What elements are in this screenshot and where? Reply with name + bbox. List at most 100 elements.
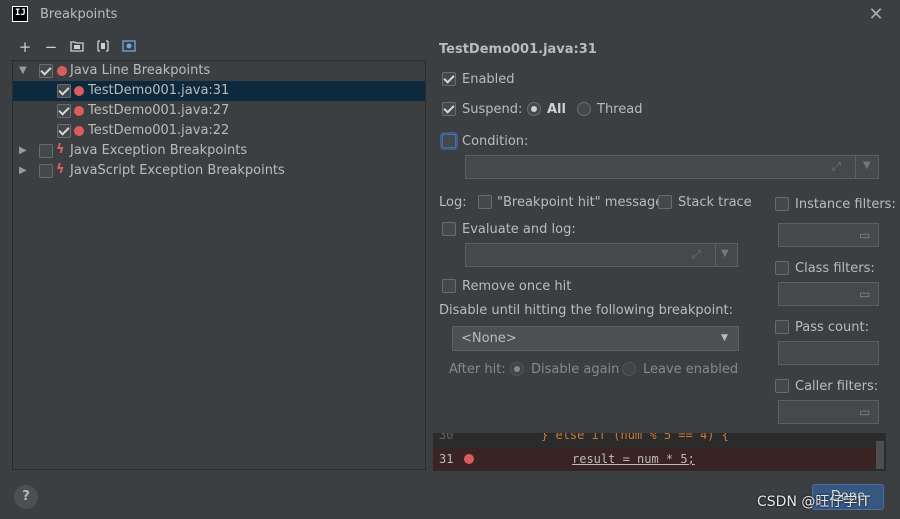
log-message-checkbox[interactable] xyxy=(478,195,492,209)
instance-filters-field[interactable]: ▭ xyxy=(778,223,879,247)
chevron-down-icon[interactable]: ▼ xyxy=(863,160,871,171)
class-filters-checkbox[interactable] xyxy=(775,261,789,275)
enabled-checkbox[interactable] xyxy=(442,72,456,86)
watermark: CSDN @旺仔学IT xyxy=(757,494,871,510)
code-line-highlighted: 31 result = num * 5; xyxy=(433,448,876,470)
caller-filters-label: Caller filters: xyxy=(795,379,879,394)
close-icon[interactable]: ✕ xyxy=(866,4,886,25)
group-by-class-icon[interactable] xyxy=(95,39,111,55)
folder-icon[interactable]: ▭ xyxy=(859,405,870,419)
exception-bolt-icon: ϟ xyxy=(56,162,65,177)
group-checkbox[interactable] xyxy=(39,64,53,78)
remove-breakpoint-button[interactable]: − xyxy=(43,39,59,55)
suspend-all-radio[interactable] xyxy=(527,102,541,116)
disable-until-label: Disable until hitting the following brea… xyxy=(439,303,733,318)
group-by-folder-icon[interactable] xyxy=(69,39,85,55)
evaluate-log-field[interactable]: ⤢ ▼ xyxy=(465,243,738,267)
remove-once-hit-checkbox[interactable] xyxy=(442,279,456,293)
caller-filters-checkbox[interactable] xyxy=(775,379,789,393)
instance-filters-label: Instance filters: xyxy=(795,197,896,212)
disable-until-select[interactable]: <None> ▼ xyxy=(452,326,739,351)
suspend-label: Suspend: xyxy=(462,102,523,117)
suspend-thread-label: Thread xyxy=(597,102,643,117)
disable-again-label: Disable again xyxy=(531,362,620,377)
tree-item-label: Java Exception Breakpoints xyxy=(70,143,248,158)
tree-item-label: TestDemo001.java:27 xyxy=(88,103,230,118)
add-breakpoint-button[interactable]: + xyxy=(17,39,33,55)
log-label: Log: xyxy=(439,195,467,210)
leave-enabled-label: Leave enabled xyxy=(643,362,739,377)
pass-count-label: Pass count: xyxy=(795,320,869,335)
caller-filters-field[interactable]: ▭ xyxy=(778,400,879,424)
tree-item-breakpoint[interactable]: TestDemo001.java:27 xyxy=(13,101,425,121)
intellij-app-icon: IJ xyxy=(12,6,28,22)
group-checkbox[interactable] xyxy=(39,164,53,178)
disable-again-radio[interactable] xyxy=(510,362,524,376)
tree-item-label: JavaScript Exception Breakpoints xyxy=(70,163,285,178)
chevron-down-icon[interactable]: ▼ xyxy=(721,248,729,259)
separator xyxy=(855,156,856,178)
breakpoint-checkbox[interactable] xyxy=(57,124,71,138)
condition-checkbox[interactable] xyxy=(442,134,456,148)
chevron-right-icon[interactable]: ▶ xyxy=(19,166,29,176)
chevron-down-icon: ▼ xyxy=(721,333,728,343)
tree-group-java-exception[interactable]: ▶ ϟ Java Exception Breakpoints xyxy=(13,141,425,161)
group-checkbox[interactable] xyxy=(39,144,53,158)
code-line: 30 } else if (num % 5 == 4) { xyxy=(433,433,886,445)
code-text: } else if (num % 5 == 4) { xyxy=(541,433,729,442)
tree-item-label: Java Line Breakpoints xyxy=(70,63,211,78)
suspend-all-label: All xyxy=(547,102,566,117)
tree-item-breakpoint[interactable]: TestDemo001.java:22 xyxy=(13,121,425,141)
tree-group-java-line[interactable]: ▼ Java Line Breakpoints xyxy=(13,61,425,81)
after-hit-label: After hit: xyxy=(449,362,506,377)
breakpoint-heading: TestDemo001.java:31 xyxy=(439,42,597,57)
breakpoint-checkbox[interactable] xyxy=(57,104,71,118)
line-number: 31 xyxy=(439,452,454,466)
expand-icon[interactable]: ⤢ xyxy=(692,248,701,262)
line-breakpoint-icon xyxy=(57,66,67,76)
chevron-right-icon[interactable]: ▶ xyxy=(19,146,29,156)
suspend-thread-radio[interactable] xyxy=(577,102,591,116)
breakpoint-check-icon xyxy=(74,106,84,116)
tree-item-breakpoint[interactable]: TestDemo001.java:31 xyxy=(13,81,425,101)
group-by-package-icon[interactable] xyxy=(121,39,137,55)
class-filters-field[interactable]: ▭ xyxy=(778,282,879,306)
suspend-checkbox[interactable] xyxy=(442,102,456,116)
breakpoint-tree[interactable]: ▼ Java Line Breakpoints TestDemo001.java… xyxy=(12,60,426,470)
pass-count-checkbox[interactable] xyxy=(775,320,789,334)
title-bar xyxy=(0,0,900,30)
separator xyxy=(715,244,716,266)
disable-until-value: <None> xyxy=(461,331,517,346)
evaluate-log-checkbox[interactable] xyxy=(442,222,456,236)
code-preview: 30 } else if (num % 5 == 4) { 31 result … xyxy=(433,433,886,471)
folder-icon[interactable]: ▭ xyxy=(859,228,870,242)
code-text: result = num * 5; xyxy=(572,452,695,466)
exception-bolt-icon: ϟ xyxy=(56,142,65,157)
evaluate-log-label: Evaluate and log: xyxy=(462,222,576,237)
breakpoint-check-icon xyxy=(74,126,84,136)
stack-trace-checkbox[interactable] xyxy=(658,195,672,209)
editor-scrollbar[interactable] xyxy=(876,441,884,469)
condition-label: Condition: xyxy=(462,134,529,149)
class-filters-label: Class filters: xyxy=(795,261,875,276)
tree-group-javascript-exception[interactable]: ▶ ϟ JavaScript Exception Breakpoints xyxy=(13,161,425,181)
tree-item-label: TestDemo001.java:22 xyxy=(88,123,230,138)
enabled-label: Enabled xyxy=(462,72,515,87)
log-message-label: "Breakpoint hit" message xyxy=(497,195,664,210)
pass-count-field[interactable] xyxy=(778,341,879,365)
chevron-down-icon[interactable]: ▼ xyxy=(19,66,29,76)
breakpoint-checkbox[interactable] xyxy=(57,84,71,98)
breakpoint-check-icon xyxy=(74,86,84,96)
instance-filters-checkbox[interactable] xyxy=(775,197,789,211)
condition-field[interactable]: ⤢ ▼ xyxy=(465,155,879,179)
line-number: 30 xyxy=(439,433,454,442)
breakpoint-gutter-icon xyxy=(464,454,474,464)
window-title: Breakpoints xyxy=(40,7,118,22)
remove-once-hit-label: Remove once hit xyxy=(462,279,572,294)
expand-icon[interactable]: ⤢ xyxy=(832,160,841,174)
tree-item-label: TestDemo001.java:31 xyxy=(88,83,230,98)
leave-enabled-radio[interactable] xyxy=(622,362,636,376)
stack-trace-label: Stack trace xyxy=(678,195,752,210)
help-button[interactable]: ? xyxy=(14,485,38,509)
folder-icon[interactable]: ▭ xyxy=(859,287,870,301)
